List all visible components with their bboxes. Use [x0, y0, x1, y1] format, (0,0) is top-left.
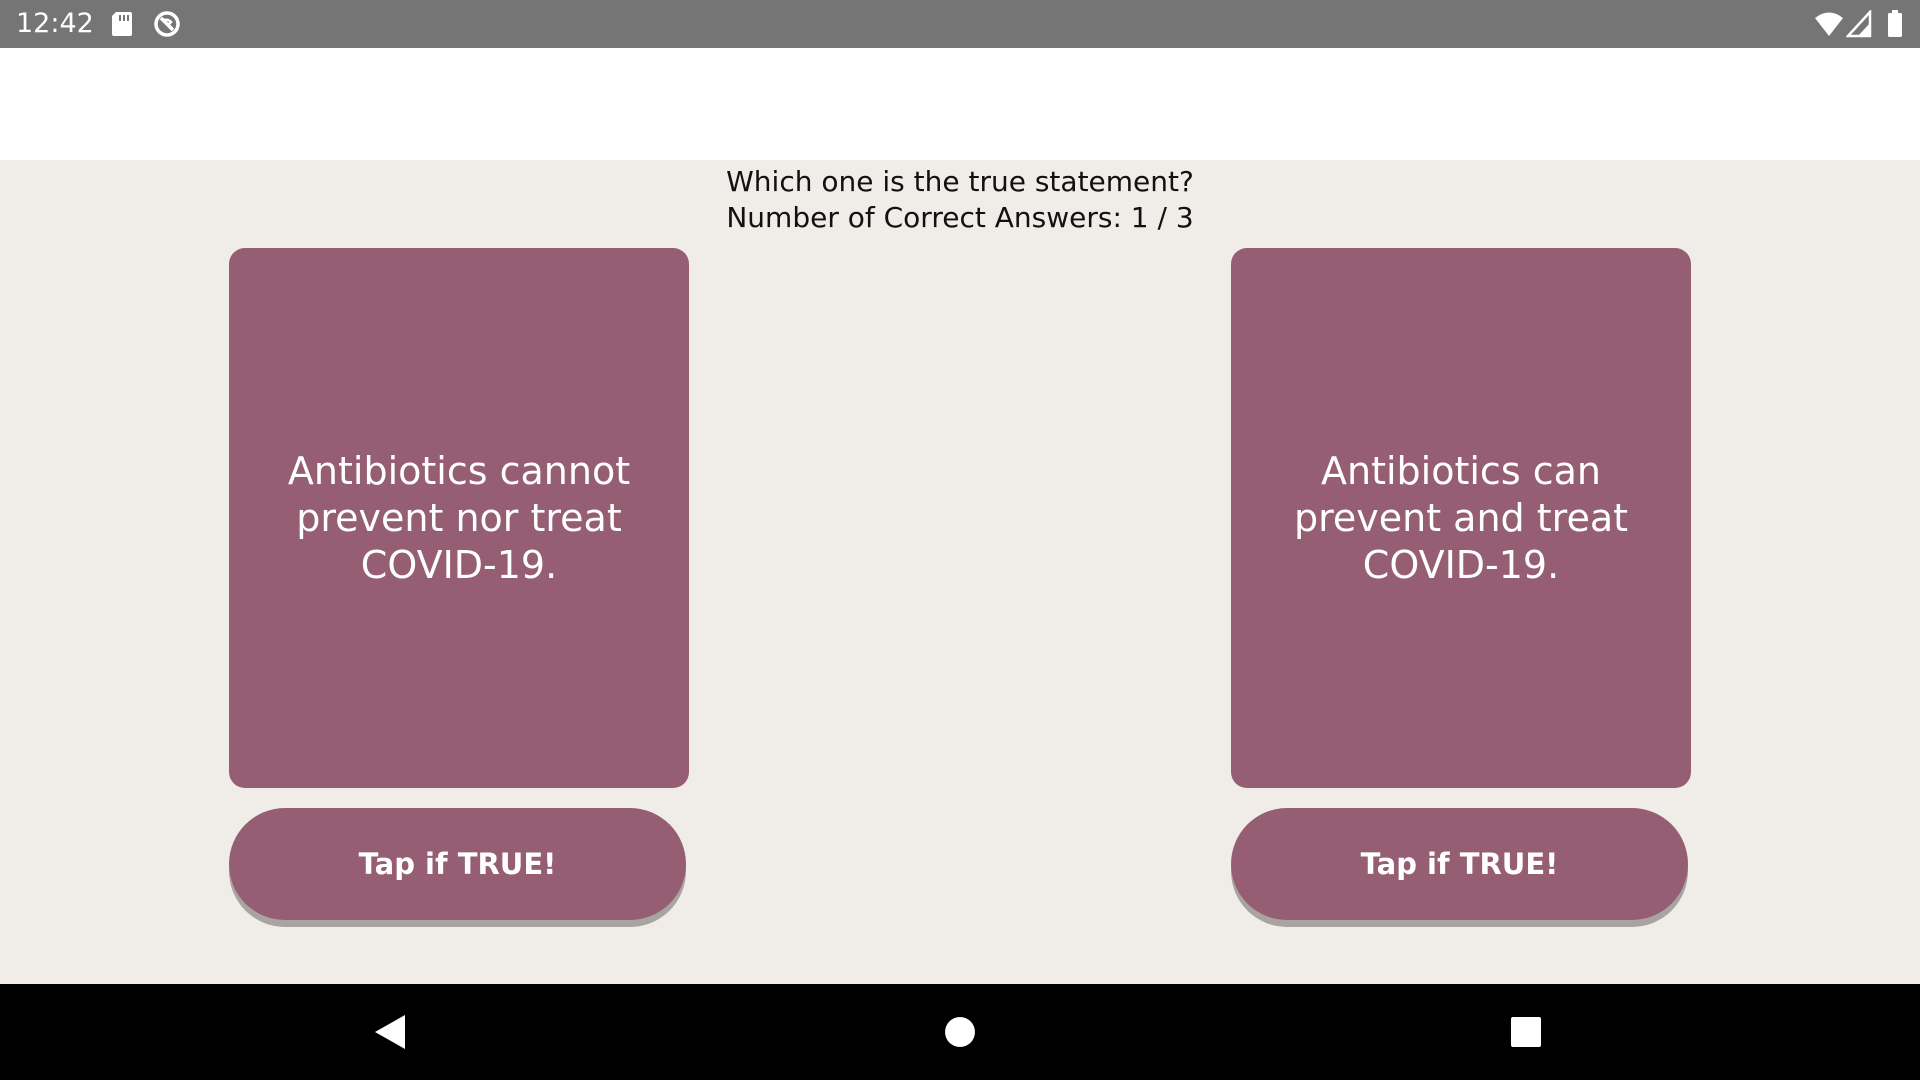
wifi-icon — [1814, 10, 1844, 38]
nav-bar — [0, 984, 1920, 1080]
tap-if-true-button-right[interactable]: Tap if TRUE! — [1231, 808, 1688, 920]
back-icon[interactable] — [361, 1002, 421, 1062]
question-text: Which one is the true statement? — [726, 165, 1194, 198]
statement-card-right[interactable]: Antibiotics can prevent and treat COVID-… — [1231, 248, 1691, 788]
statement-text: Antibiotics cannot prevent nor treat COV… — [287, 448, 631, 587]
status-time: 12:42 — [16, 8, 94, 39]
statement-card-left[interactable]: Antibiotics cannot prevent nor treat COV… — [229, 248, 689, 788]
app-bar — [0, 48, 1920, 160]
battery-icon — [1886, 10, 1904, 38]
recents-icon[interactable] — [1496, 1002, 1556, 1062]
status-bar: 12:42 — [0, 0, 1920, 48]
home-icon[interactable] — [930, 1002, 990, 1062]
signal-icon — [1845, 8, 1872, 38]
quiz-content: Which one is the true statement? Number … — [0, 160, 1920, 984]
question-header: Which one is the true statement? Number … — [0, 164, 1920, 236]
score-text: Number of Correct Answers: 1 / 3 — [726, 201, 1194, 234]
sync-disabled-icon — [152, 10, 182, 38]
statement-text: Antibiotics can prevent and treat COVID-… — [1293, 448, 1629, 587]
tap-if-true-button-left[interactable]: Tap if TRUE! — [229, 808, 686, 920]
sd-card-icon — [110, 10, 134, 38]
